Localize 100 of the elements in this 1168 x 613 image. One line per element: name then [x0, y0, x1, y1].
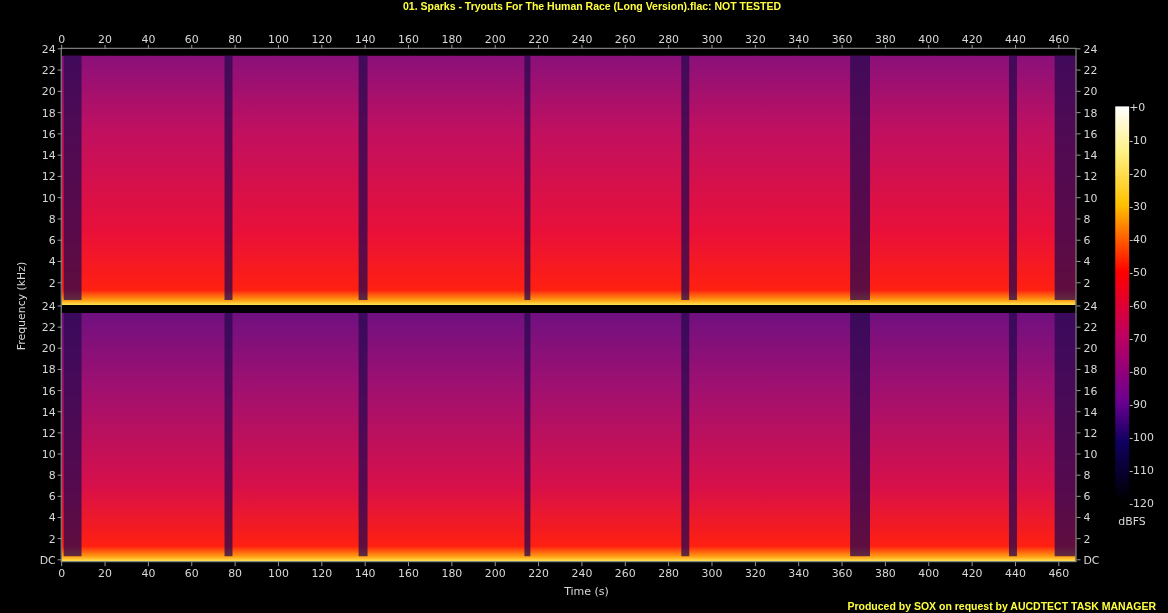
scale-tick-label: -10	[1129, 134, 1147, 148]
x-tick-label: 40	[141, 32, 156, 46]
y-tick-label: 22	[41, 321, 56, 335]
y-tick-label: 14	[41, 149, 56, 163]
x-tick-label: 460	[1048, 567, 1070, 581]
y-tick-label: 20	[1083, 342, 1098, 356]
chart-title: 01. Sparks - Tryouts For The Human Race (Long Version).flac: NOT TESTED	[401, 0, 783, 13]
x-tick-label: 200	[484, 32, 506, 46]
y-tick-label: 24	[1083, 299, 1098, 313]
y-tick-label: DC	[39, 553, 56, 567]
x-tick-label: 180	[441, 567, 463, 581]
x-tick-label: 340	[788, 567, 810, 581]
x-tick-label: 160	[398, 32, 419, 46]
x-tick-label: 320	[744, 567, 766, 581]
y-tick-label: 20	[41, 342, 56, 356]
x-tick-label: 360	[831, 567, 853, 581]
x-tick-label: 340	[788, 32, 810, 46]
y-tick-label: 6	[1083, 490, 1091, 504]
x-tick-label: 400	[918, 32, 940, 46]
x-tick-label: 100	[268, 32, 289, 46]
y-axis-label: Frequency (kHz)	[14, 261, 28, 351]
y-tick-label: 16	[41, 384, 56, 398]
y-tick-label: 18	[1083, 363, 1098, 377]
x-tick-label: 440	[1005, 32, 1026, 46]
x-tick-label: 300	[701, 32, 723, 46]
y-tick-label: 6	[48, 490, 56, 504]
x-tick-label: 420	[961, 567, 983, 581]
x-tick-label: 380	[875, 32, 896, 46]
x-tick-label: 40	[141, 567, 156, 581]
y-tick-label: 24	[41, 299, 56, 313]
scale-unit-label: dBFS	[1118, 515, 1146, 529]
y-tick-label: 8	[1083, 212, 1091, 226]
x-tick-label: 60	[184, 567, 199, 581]
y-tick-label: 2	[1083, 276, 1091, 290]
x-tick-label: 180	[441, 32, 463, 46]
x-tick-label: 140	[354, 32, 376, 46]
y-tick-label: 12	[41, 170, 56, 184]
y-tick-label: 14	[41, 405, 56, 419]
y-tick-label: 12	[1083, 426, 1098, 440]
x-tick-label: 80	[228, 567, 243, 581]
x-axis-label: Time (s)	[564, 585, 609, 598]
y-tick-label: 4	[1083, 511, 1091, 525]
scale-tick-label: -100	[1129, 431, 1154, 444]
y-tick-label: 12	[1083, 170, 1098, 184]
y-tick-label: 6	[48, 234, 56, 248]
y-tick-label: 18	[41, 106, 56, 120]
y-tick-label: 2	[48, 532, 56, 546]
x-tick-label: 60	[184, 32, 199, 46]
y-tick-label: 24	[41, 42, 56, 56]
scale-tick-label: +0	[1129, 101, 1146, 115]
x-tick-label: 0	[58, 567, 66, 581]
y-tick-label: 20	[41, 85, 56, 99]
y-tick-label: 2	[1083, 532, 1091, 546]
x-tick-label: 460	[1048, 32, 1070, 46]
scale-tick-label: -80	[1129, 365, 1147, 379]
x-tick-label: 120	[311, 567, 333, 581]
y-tick-label: 22	[1083, 64, 1098, 78]
scale-tick-label: -30	[1129, 200, 1147, 214]
x-tick-label: 220	[528, 567, 549, 581]
x-tick-label: 440	[1005, 567, 1026, 581]
x-tick-label: 400	[918, 567, 940, 581]
y-tick-label: 20	[1083, 85, 1098, 99]
x-tick-label: 160	[398, 567, 419, 581]
x-tick-label: 260	[614, 567, 636, 581]
y-tick-label: 4	[48, 255, 56, 269]
x-tick-label: 220	[528, 32, 549, 46]
x-tick-label: 100	[268, 567, 289, 581]
y-tick-label: 22	[1083, 321, 1098, 335]
y-tick-label: 16	[1083, 384, 1098, 398]
x-tick-label: 380	[875, 567, 896, 581]
y-tick-label: 24	[1083, 42, 1098, 56]
x-tick-label: 0	[58, 32, 66, 46]
y-tick-label: 10	[41, 191, 56, 205]
x-tick-label: 240	[571, 567, 593, 581]
x-tick-label: 120	[311, 32, 333, 46]
y-tick-label: 10	[41, 448, 56, 461]
x-tick-label: 20	[98, 567, 112, 581]
x-tick-label: 280	[658, 32, 680, 46]
x-tick-label: 240	[571, 32, 593, 46]
x-tick-label: 360	[831, 32, 853, 46]
y-tick-label: 14	[1083, 149, 1098, 163]
scale-tick-label: -20	[1129, 167, 1147, 181]
y-tick-label: 10	[1083, 448, 1098, 461]
x-tick-label: 80	[228, 32, 243, 46]
scale-tick-label: -110	[1129, 464, 1154, 477]
scale-tick-label: -120	[1129, 496, 1154, 510]
y-tick-label: 6	[1083, 234, 1091, 248]
x-tick-label: 20	[98, 32, 112, 46]
y-tick-label: 4	[48, 511, 56, 525]
y-tick-label: 8	[48, 469, 56, 483]
scale-tick-label: -50	[1129, 266, 1147, 280]
y-tick-label: 8	[48, 212, 56, 226]
y-tick-label: 14	[1083, 405, 1098, 419]
x-tick-label: 300	[701, 567, 723, 581]
y-tick-label: 8	[1083, 469, 1091, 483]
y-tick-label: 16	[1083, 127, 1098, 141]
y-tick-label: 18	[41, 363, 56, 377]
y-tick-label: 12	[41, 426, 56, 440]
y-tick-label: 10	[1083, 191, 1098, 205]
x-tick-label: 140	[354, 567, 376, 581]
